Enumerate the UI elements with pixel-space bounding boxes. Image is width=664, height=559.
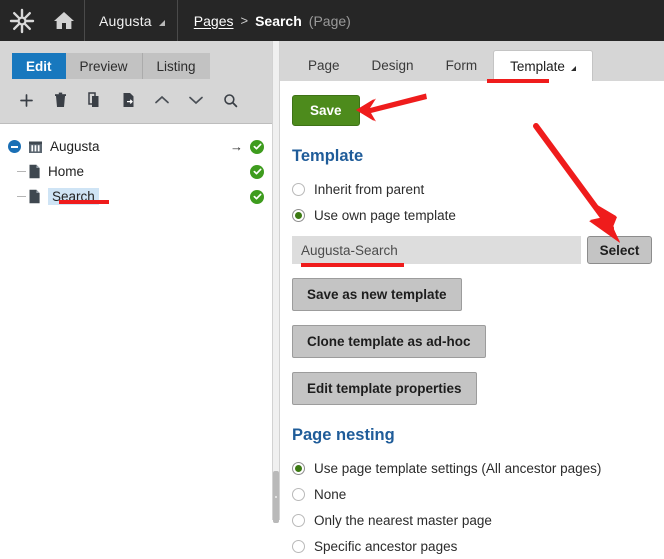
chevron-down-icon[interactable] (182, 88, 210, 112)
page-tree: Augusta → Home Search (0, 124, 272, 209)
radio-indicator (292, 182, 305, 196)
add-page-icon[interactable] (12, 88, 40, 112)
top-header-bar: Augusta Pages > Search (Page) (0, 0, 664, 41)
template-settings-form: Save Template Inherit from parent Use ow… (280, 81, 664, 554)
tab-template-label: Template (510, 58, 565, 74)
chevron-down-icon (158, 19, 165, 26)
tree-toolbar (0, 79, 272, 112)
breadcrumb-current: Search (255, 12, 302, 29)
copy-page-icon[interactable] (80, 88, 108, 112)
mode-tab-group: Edit Preview Listing (0, 41, 272, 79)
published-status-icon (250, 164, 264, 179)
select-template-button[interactable]: Select (587, 236, 652, 264)
tab-preview[interactable]: Preview (65, 53, 143, 79)
tree-indent (8, 196, 28, 197)
chevron-down-icon (570, 65, 576, 71)
delete-page-icon[interactable] (46, 88, 74, 112)
tree-row[interactable]: Augusta → (0, 134, 272, 159)
radio-specific-ancestor-pages[interactable]: Specific ancestor pages (292, 533, 664, 559)
template-section-title: Template (292, 147, 364, 165)
radio-inherit-from-parent[interactable]: Inherit from parent (292, 176, 664, 202)
save-button[interactable]: Save (292, 95, 360, 126)
tab-page[interactable]: Page (292, 50, 356, 81)
tab-template[interactable]: Template (493, 50, 593, 81)
chevron-up-icon[interactable] (148, 88, 176, 112)
published-status-icon (250, 139, 264, 154)
page-nesting-section-title: Page nesting (292, 426, 395, 444)
tree-node-label: Home (48, 164, 85, 179)
radio-use-page-template-settings[interactable]: Use page template settings (All ancestor… (292, 455, 664, 481)
radio-label: Use page template settings (All ancestor… (314, 460, 602, 476)
panel-splitter[interactable] (272, 41, 280, 523)
tree-row-status (250, 159, 264, 184)
shortcut-arrow-icon: → (230, 139, 243, 154)
tree-node-label-selected: Search (48, 188, 99, 205)
breadcrumb: Pages > Search (Page) (178, 13, 351, 29)
radio-indicator-selected (292, 461, 305, 475)
home-icon[interactable] (44, 0, 85, 41)
template-name-input[interactable] (292, 236, 581, 264)
move-page-icon[interactable] (114, 88, 142, 112)
radio-indicator-selected (292, 208, 305, 222)
edit-template-properties-button[interactable]: Edit template properties (292, 372, 477, 405)
page-icon (28, 164, 41, 179)
radio-label: Use own page template (314, 207, 456, 223)
tree-row-status (250, 184, 264, 209)
radio-label: Only the nearest master page (314, 512, 492, 528)
tree-indent (8, 171, 28, 172)
site-name-label: Augusta (99, 12, 152, 29)
site-icon (28, 140, 43, 154)
site-selector[interactable]: Augusta (85, 0, 178, 41)
right-content-panel: Page Design Form Template Save Template … (280, 41, 664, 554)
radio-indicator (292, 539, 305, 553)
radio-label: None (314, 486, 347, 502)
tree-node-label: Augusta (50, 139, 100, 154)
page-icon (28, 189, 41, 204)
left-panel-toolbar-zone: Edit Preview Listing (0, 41, 272, 124)
tab-edit[interactable]: Edit (12, 53, 66, 79)
radio-none[interactable]: None (292, 481, 664, 507)
tree-row[interactable]: Search (0, 184, 272, 209)
search-icon[interactable] (216, 88, 244, 112)
content-tab-bar: Page Design Form Template (280, 41, 664, 81)
collapse-toggle-icon[interactable] (8, 140, 21, 153)
tree-row[interactable]: Home (0, 159, 272, 184)
clone-template-as-adhoc-button[interactable]: Clone template as ad-hoc (292, 325, 486, 358)
radio-label: Inherit from parent (314, 181, 425, 197)
radio-only-nearest-master-page[interactable]: Only the nearest master page (292, 507, 664, 533)
tab-form[interactable]: Form (430, 50, 494, 81)
save-as-new-template-button[interactable]: Save as new template (292, 278, 462, 311)
splitter-grip[interactable] (273, 471, 279, 523)
tab-listing[interactable]: Listing (142, 53, 210, 79)
tree-row-status: → (230, 134, 264, 159)
left-navigation-panel: Edit Preview Listing Augusta → Home Sear… (0, 41, 272, 520)
published-status-icon (250, 189, 264, 204)
radio-label: Specific ancestor pages (314, 538, 458, 554)
radio-use-own-page-template[interactable]: Use own page template (292, 202, 664, 228)
radio-indicator (292, 513, 305, 527)
breadcrumb-link-pages[interactable]: Pages (194, 13, 234, 29)
breadcrumb-type-label: (Page) (308, 12, 351, 29)
radio-indicator (292, 487, 305, 501)
tab-design[interactable]: Design (356, 50, 430, 81)
template-field-row: Select (292, 236, 664, 264)
starburst-logo-icon[interactable] (0, 0, 44, 41)
breadcrumb-separator: > (240, 13, 249, 28)
